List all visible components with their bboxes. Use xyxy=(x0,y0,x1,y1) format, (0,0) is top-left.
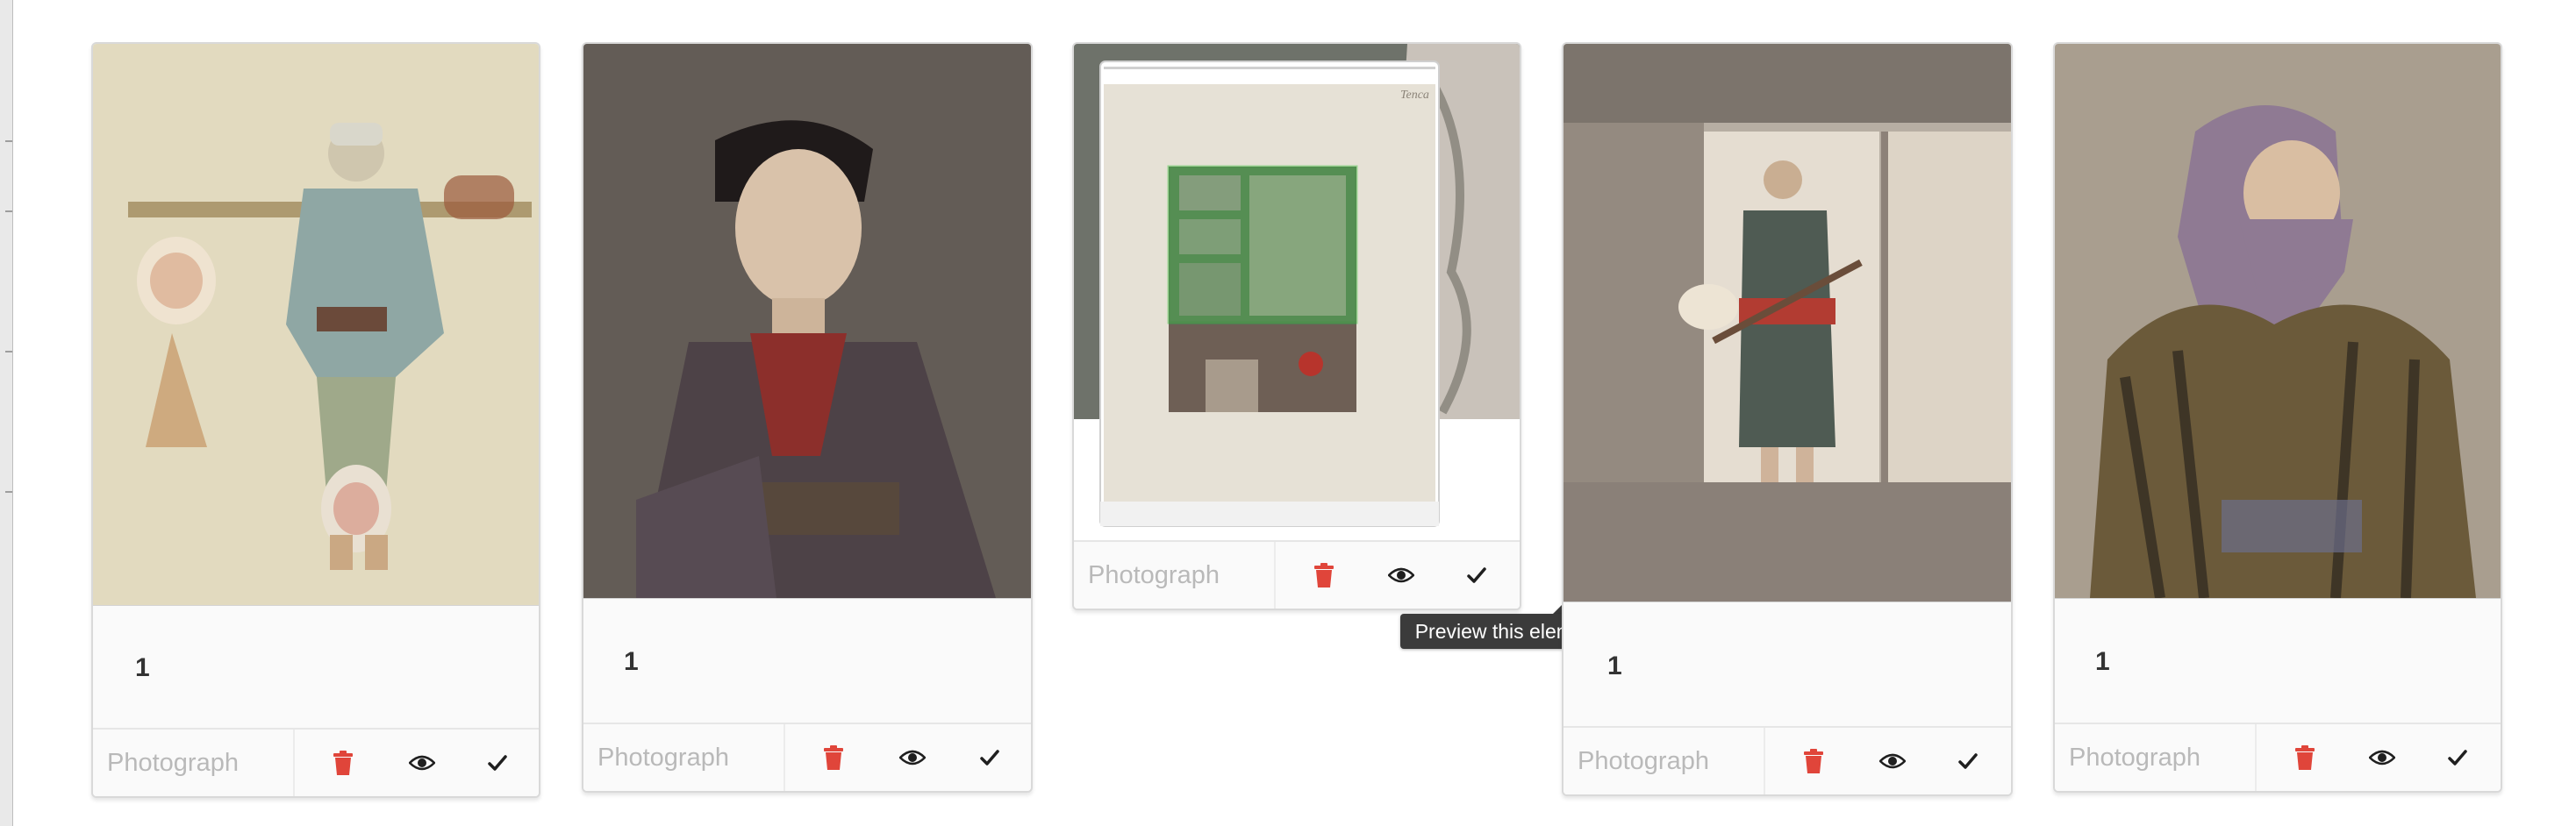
eye-icon xyxy=(2369,750,2395,765)
footer-divider xyxy=(784,724,785,791)
element-count: 1 xyxy=(2095,647,2110,676)
check-icon xyxy=(1958,753,1978,769)
photo-image xyxy=(93,44,539,605)
check-icon xyxy=(980,750,999,765)
photo-image xyxy=(2055,44,2501,598)
element-type-input[interactable] xyxy=(93,730,293,796)
photo-image xyxy=(583,44,1031,598)
edge-tick xyxy=(5,140,12,142)
confirm-button[interactable] xyxy=(458,730,537,796)
confirm-button[interactable] xyxy=(1928,728,2007,794)
confirm-button[interactable] xyxy=(950,724,1029,791)
preview-button[interactable] xyxy=(1362,542,1441,609)
footer-divider xyxy=(1764,728,1765,794)
card-thumbnail[interactable] xyxy=(93,44,539,606)
confirm-button[interactable] xyxy=(2418,724,2497,791)
preview-button[interactable] xyxy=(1853,728,1932,794)
trash-icon xyxy=(1804,749,1823,773)
element-count: 1 xyxy=(1607,652,1622,680)
footer-divider xyxy=(2255,724,2257,791)
element-card: 1 xyxy=(582,42,1033,793)
svg-text:Tenca: Tenca xyxy=(1400,89,1429,102)
card-thumbnail[interactable] xyxy=(583,44,1031,599)
card-footer xyxy=(583,723,1031,791)
card-footer xyxy=(2055,723,2501,791)
photo-image: Tenca xyxy=(1074,44,1520,540)
trash-icon xyxy=(333,751,353,775)
check-icon xyxy=(1467,567,1486,583)
element-card: Tenca xyxy=(1072,42,1521,610)
eye-icon xyxy=(899,750,926,765)
element-card: 1 xyxy=(2053,42,2502,793)
footer-divider xyxy=(293,730,295,796)
preview-button[interactable] xyxy=(873,724,952,791)
element-card: 1 xyxy=(1562,42,2013,796)
trash-icon xyxy=(2295,745,2315,770)
edge-tick xyxy=(5,210,12,212)
card-thumbnail[interactable] xyxy=(1563,44,2011,602)
window-edge xyxy=(0,0,13,826)
element-type-input[interactable] xyxy=(583,724,784,791)
card-footer xyxy=(1074,540,1520,609)
check-icon xyxy=(488,755,507,771)
delete-button[interactable] xyxy=(1284,542,1363,609)
preview-button[interactable] xyxy=(383,730,462,796)
card-footer xyxy=(1563,726,2011,794)
element-type-input[interactable] xyxy=(1563,728,1764,794)
edge-tick xyxy=(5,491,12,493)
footer-divider xyxy=(1274,542,1276,609)
delete-button[interactable] xyxy=(1774,728,1853,794)
card-thumbnail[interactable]: Tenca xyxy=(1074,44,1520,540)
eye-icon xyxy=(1879,753,1906,769)
eye-icon xyxy=(1388,567,1414,583)
element-type-input[interactable] xyxy=(1074,542,1274,609)
check-icon xyxy=(2448,750,2467,765)
eye-icon xyxy=(409,755,435,771)
card-thumbnail[interactable] xyxy=(2055,44,2501,599)
edge-tick xyxy=(5,351,12,352)
preview-button[interactable] xyxy=(2343,724,2422,791)
element-count: 1 xyxy=(624,647,639,676)
trash-icon xyxy=(1314,563,1334,587)
trash-icon xyxy=(824,745,843,770)
element-count: 1 xyxy=(135,653,150,682)
card-footer xyxy=(93,728,539,796)
element-gallery: 1 Photograph 1 Photograph Tenca Photogra… xyxy=(0,0,2576,826)
delete-button[interactable] xyxy=(304,730,383,796)
photo-image xyxy=(1563,44,2011,602)
confirm-button[interactable] xyxy=(1437,542,1516,609)
element-card: 1 xyxy=(91,42,540,798)
delete-button[interactable] xyxy=(794,724,873,791)
delete-button[interactable] xyxy=(2265,724,2344,791)
element-type-input[interactable] xyxy=(2055,724,2255,791)
